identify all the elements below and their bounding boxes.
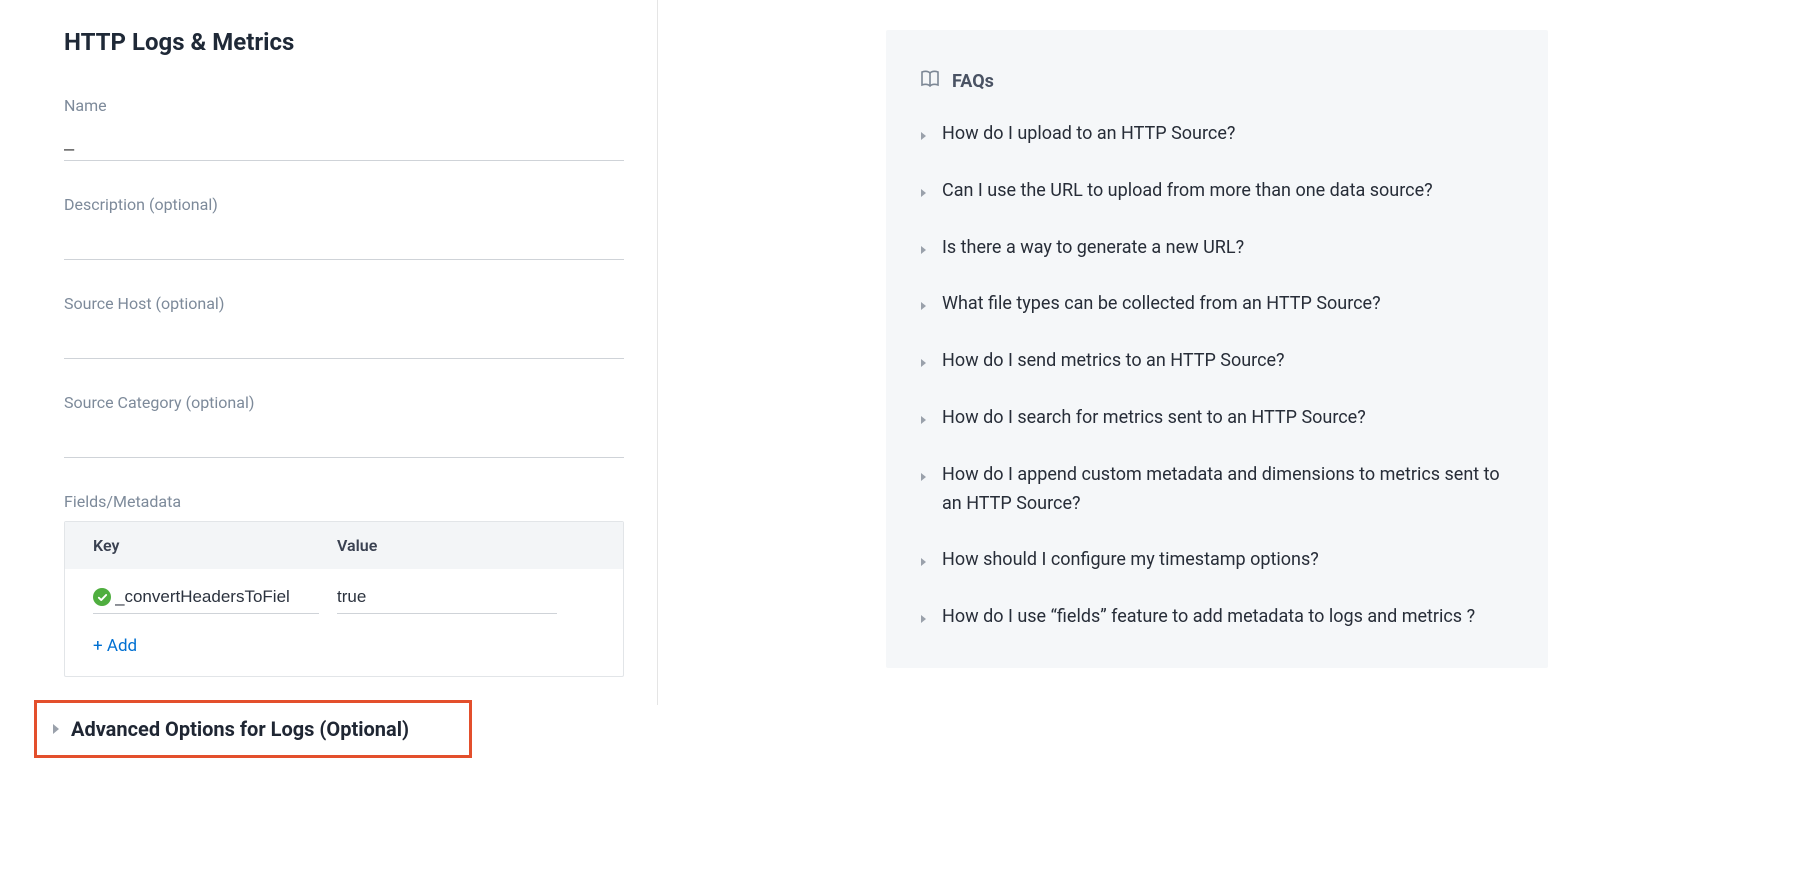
metadata-header: Key Value: [65, 522, 623, 569]
faq-item[interactable]: How do I search for metrics sent to an H…: [920, 404, 1514, 433]
metadata-table: Key Value + Add: [64, 521, 624, 677]
advanced-options-label: Advanced Options for Logs (Optional): [71, 717, 409, 741]
faq-question: Is there a way to generate a new URL?: [942, 234, 1244, 263]
faq-item[interactable]: How do I send metrics to an HTTP Source?: [920, 347, 1514, 376]
caret-right-icon: [920, 353, 928, 372]
faqs-list: How do I upload to an HTTP Source? Can I …: [920, 120, 1514, 632]
caret-right-icon: [51, 720, 61, 739]
caret-right-icon: [920, 296, 928, 315]
advanced-options-toggle[interactable]: Advanced Options for Logs (Optional): [34, 700, 472, 758]
check-circle-icon: [93, 588, 111, 606]
description-label: Description (optional): [64, 195, 621, 214]
caret-right-icon: [920, 552, 928, 571]
caret-right-icon: [920, 126, 928, 145]
faq-item[interactable]: How do I upload to an HTTP Source?: [920, 120, 1514, 149]
faq-item[interactable]: How do I append custom metadata and dime…: [920, 461, 1514, 519]
source-form-panel: HTTP Logs & Metrics Name Description (op…: [28, 0, 658, 705]
add-metadata-button[interactable]: + Add: [93, 636, 595, 656]
caret-right-icon: [920, 467, 928, 486]
key-cell: [93, 587, 319, 614]
page-title: HTTP Logs & Metrics: [64, 28, 621, 56]
faq-question: What file types can be collected from an…: [942, 290, 1381, 319]
table-row: [93, 587, 595, 614]
source-category-group: Source Category (optional): [64, 393, 621, 458]
name-label: Name: [64, 96, 621, 115]
faq-item[interactable]: What file types can be collected from an…: [920, 290, 1514, 319]
metadata-label: Fields/Metadata: [64, 492, 621, 511]
book-icon: [920, 70, 940, 92]
faq-question: How do I append custom metadata and dime…: [942, 461, 1514, 519]
metadata-key-input[interactable]: [115, 587, 319, 607]
metadata-value-input[interactable]: [337, 587, 557, 607]
caret-right-icon: [920, 410, 928, 429]
source-host-label: Source Host (optional): [64, 294, 621, 313]
value-cell: [337, 587, 557, 614]
caret-right-icon: [920, 240, 928, 259]
source-category-label: Source Category (optional): [64, 393, 621, 412]
faqs-header: FAQs: [920, 70, 1514, 92]
faqs-title: FAQs: [952, 71, 994, 92]
faq-question: How do I send metrics to an HTTP Source?: [942, 347, 1285, 376]
faq-question: How should I configure my timestamp opti…: [942, 546, 1319, 575]
caret-right-icon: [920, 183, 928, 202]
caret-right-icon: [920, 609, 928, 628]
source-host-input[interactable]: [64, 323, 624, 359]
source-category-input[interactable]: [64, 422, 624, 458]
faq-item[interactable]: How do I use “fields” feature to add met…: [920, 603, 1514, 632]
description-group: Description (optional): [64, 195, 621, 260]
faq-item[interactable]: Is there a way to generate a new URL?: [920, 234, 1514, 263]
faq-question: Can I use the URL to upload from more th…: [942, 177, 1433, 206]
faq-question: How do I upload to an HTTP Source?: [942, 120, 1235, 149]
faqs-panel: FAQs How do I upload to an HTTP Source? C…: [886, 30, 1548, 668]
faq-item[interactable]: How should I configure my timestamp opti…: [920, 546, 1514, 575]
metadata-body: + Add: [65, 569, 623, 676]
name-group: Name: [64, 96, 621, 161]
metadata-value-header: Value: [337, 536, 377, 555]
faq-item[interactable]: Can I use the URL to upload from more th…: [920, 177, 1514, 206]
source-host-group: Source Host (optional): [64, 294, 621, 359]
faq-question: How do I search for metrics sent to an H…: [942, 404, 1366, 433]
name-input[interactable]: [64, 125, 624, 161]
faq-question: How do I use “fields” feature to add met…: [942, 603, 1475, 632]
description-input[interactable]: [64, 224, 624, 260]
metadata-key-header: Key: [93, 536, 337, 555]
